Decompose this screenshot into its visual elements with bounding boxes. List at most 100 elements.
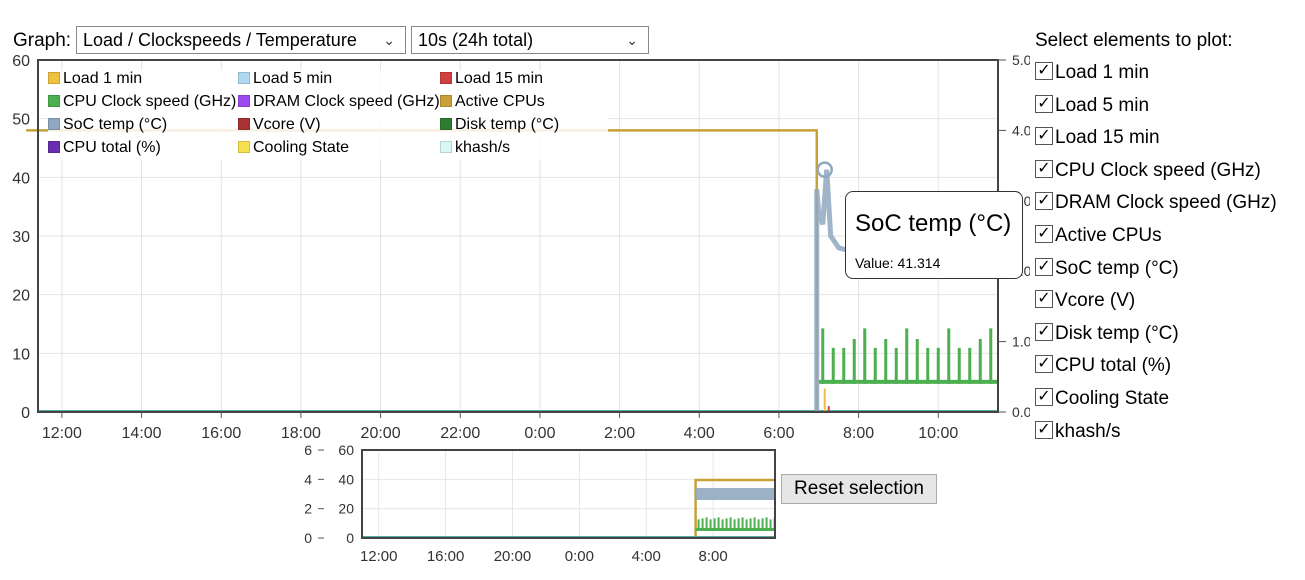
legend-swatch [48,118,60,130]
legend-item[interactable]: Cooling State [238,139,349,157]
legend-label: khash/s [455,139,511,156]
y-tick-label: 10 [12,346,30,363]
x-tick-label: 6:00 [763,425,794,442]
nav-y-right-tick-label: 60 [338,442,354,458]
plot-toggle-item[interactable]: ✓ Disk temp (°C) [1035,321,1179,347]
legend-item[interactable]: khash/s [440,139,510,157]
checkbox-checked-icon[interactable]: ✓ [1035,257,1053,276]
legend-label: Disk temp (°C) [455,116,560,133]
nav-x-tick-label: 20:00 [494,548,532,565]
nav-x-tick-label: 0:00 [565,548,594,565]
plot-toggle-item[interactable]: ✓ Load 5 min [1035,93,1149,119]
legend-item[interactable]: CPU total (%) [48,139,161,157]
legend-swatch [48,141,60,153]
y-right-tick-label: 1.0 [1012,334,1030,350]
legend-label: DRAM Clock speed (GHz) [253,93,440,110]
plot-toggle-label: CPU Clock speed (GHz) [1055,159,1261,181]
nav-x-tick-label: 16:00 [427,548,465,565]
legend-swatch [48,72,60,84]
plot-toggle-item[interactable]: ✓ Load 15 min [1035,125,1160,151]
y-tick-label: 30 [12,229,30,246]
plot-toggle-item[interactable]: ✓ Vcore (V) [1035,288,1135,314]
legend-item[interactable]: CPU Clock speed (GHz) [48,93,236,111]
checkbox-checked-icon[interactable]: ✓ [1035,94,1053,113]
nav-y-tick-label: 4 [304,471,312,487]
plot-toggle-label: Cooling State [1055,388,1170,409]
legend-item[interactable]: Load 5 min [238,70,332,88]
plot-toggle-label: Active CPUs [1055,225,1162,246]
x-tick-label: 0:00 [524,425,555,442]
y-tick-label: 60 [12,53,30,70]
legend-item[interactable]: Active CPUs [440,93,545,111]
x-tick-label: 22:00 [440,425,480,442]
legend-label: Load 5 min [253,70,333,87]
plot-toggle-item[interactable]: ✓ Load 1 min [1035,60,1149,86]
checkbox-checked-icon[interactable]: ✓ [1035,127,1053,146]
y-tick-label: 40 [12,170,30,187]
x-tick-label: 2:00 [604,425,635,442]
plot-toggle-item[interactable]: ✓ Active CPUs [1035,223,1162,249]
x-tick-label: 18:00 [281,425,321,442]
plot-toggle-item[interactable]: ✓ DRAM Clock speed (GHz) [1035,190,1277,216]
checkbox-checked-icon[interactable]: ✓ [1035,192,1053,211]
legend-swatch [238,141,250,153]
y-tick-label: 50 [12,112,30,129]
legend-item[interactable]: SoC temp (°C) [48,116,167,134]
legend-swatch [440,118,452,130]
x-tick-label: 12:00 [42,425,82,442]
checkbox-checked-icon[interactable]: ✓ [1035,225,1053,243]
legend-swatch [440,141,452,153]
checkbox-checked-icon[interactable]: ✓ [1035,420,1053,439]
legend-item[interactable]: Load 1 min [48,70,142,88]
y-right-tick-label: 5.0 [1012,52,1030,68]
legend-label: Load 15 min [455,70,544,87]
y-tick-label: 20 [12,288,30,305]
legend-swatch [238,118,250,130]
plot-toggle-item[interactable]: ✓ Cooling State [1035,386,1169,412]
nav-y-right-tick-label: 0 [346,530,354,546]
checkbox-checked-icon[interactable]: ✓ [1035,322,1053,341]
x-tick-label: 4:00 [684,425,715,442]
legend-item[interactable]: Vcore (V) [238,116,321,134]
y-right-tick-label: 4.0 [1012,122,1030,138]
legend-item[interactable]: Load 15 min [440,70,543,88]
plot-toggle-item[interactable]: ✓ CPU Clock speed (GHz) [1035,158,1261,184]
legend-swatch [238,72,250,84]
checkbox-checked-icon[interactable]: ✓ [1035,290,1053,309]
legend-item[interactable]: Disk temp (°C) [440,116,559,134]
legend-label: CPU total (%) [63,139,161,156]
nav-series-soc-temp [695,488,775,500]
tooltip-value: Value: 41.314 [855,255,941,271]
legend-label: SoC temp (°C) [63,116,168,133]
nav-y-tick-label: 2 [304,501,312,517]
plot-toggle-label: khash/s [1055,420,1121,442]
plot-toggle-item[interactable]: ✓ SoC temp (°C) [1035,256,1179,282]
reset-selection-button[interactable]: Reset selection [781,474,937,504]
checkbox-checked-icon[interactable]: ✓ [1035,62,1053,80]
legend-swatch [238,95,250,107]
nav-y-tick-label: 6 [304,442,312,458]
plot-toggle-item[interactable]: ✓ khash/s [1035,419,1120,445]
nav-x-tick-label: 12:00 [360,548,398,565]
plot-toggle-label: SoC temp (°C) [1055,257,1179,279]
x-tick-label: 20:00 [361,425,401,442]
nav-x-tick-label: 8:00 [699,548,728,565]
checkbox-checked-icon[interactable]: ✓ [1035,355,1053,374]
nav-y-tick-label: 0 [304,530,312,546]
plot-toggle-label: Vcore (V) [1055,290,1136,312]
plot-toggle-item[interactable]: ✓ CPU total (%) [1035,353,1171,379]
legend-label: Load 1 min [63,70,143,87]
chart-tooltip: SoC temp (°C) Value: 41.314 [845,191,1023,279]
legend-label: Cooling State [253,139,350,156]
navigator-chart[interactable]: 0 0 2 20 4 40 6 60 12:00 16:00 20:00 0:00 4:00 8:00 [290,442,790,580]
checkbox-checked-icon[interactable]: ✓ [1035,388,1053,406]
legend-item[interactable]: DRAM Clock speed (GHz) [238,93,440,111]
legend-swatch [48,95,60,107]
nav-y-right-tick-label: 20 [338,501,354,517]
legend-swatch [440,95,452,107]
plot-toggle-label: Load 5 min [1055,94,1150,116]
legend-label: Vcore (V) [253,116,321,133]
plot-toggle-label: CPU total (%) [1055,355,1172,377]
checkbox-checked-icon[interactable]: ✓ [1035,159,1053,178]
plot-toggle-label: DRAM Clock speed (GHz) [1055,192,1277,214]
